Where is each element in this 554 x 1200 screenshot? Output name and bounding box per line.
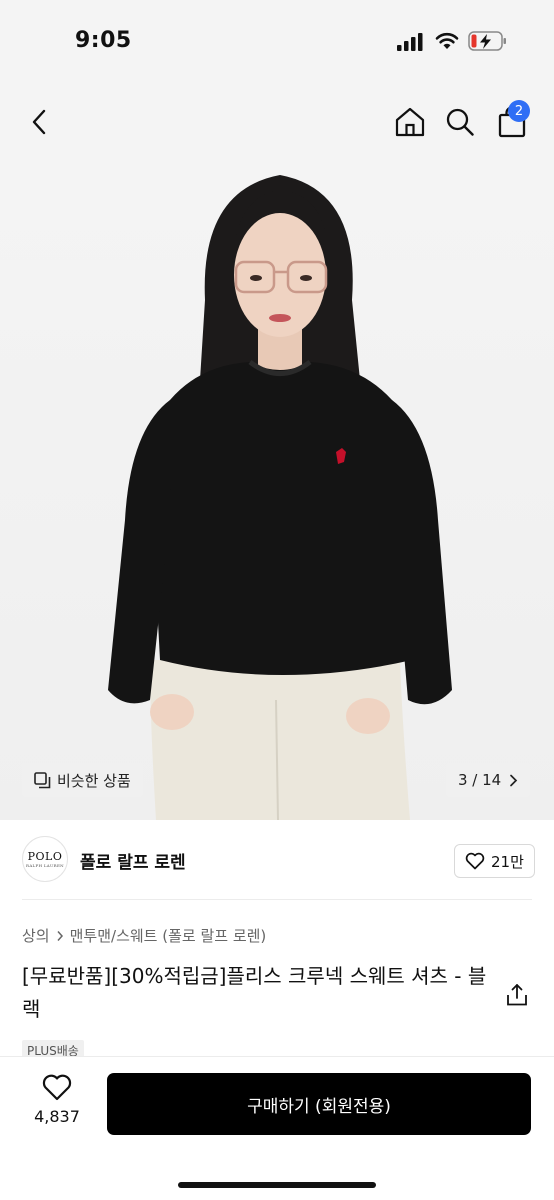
wishlist-button[interactable]: 4,837: [22, 1074, 92, 1134]
wifi-icon: [435, 32, 459, 49]
product-title: [무료반품][30%적립금]플리스 크루넥 스웨트 셔츠 - 블랙: [22, 964, 487, 1021]
back-button[interactable]: [20, 102, 60, 142]
breadcrumb-subcategory[interactable]: 맨투맨/스웨트 (폴로 랄프 로렌): [70, 925, 267, 946]
buy-button[interactable]: 구매하기 (회원전용): [107, 1073, 531, 1135]
status-time: 9:05: [75, 28, 132, 53]
search-button[interactable]: [440, 102, 480, 142]
breadcrumb-category[interactable]: 상의: [22, 925, 50, 946]
product-image-gallery[interactable]: [0, 164, 554, 820]
search-icon: [446, 108, 474, 136]
brand-logo-subtext: RALPH LAUREN: [26, 863, 64, 868]
product-photo: [108, 175, 452, 820]
divider: [22, 899, 532, 900]
page-indicator-text: 3 / 14: [458, 771, 502, 789]
similar-products-label: 비슷한 상품: [57, 771, 131, 790]
share-icon[interactable]: [504, 982, 530, 1008]
home-icon: [395, 107, 425, 137]
copy-icon: [34, 771, 51, 788]
cart-count-badge: 2: [508, 100, 530, 122]
status-bar: 9:05: [0, 0, 554, 84]
chevron-left-icon: [32, 109, 46, 135]
brand-like-count: 21만: [491, 852, 524, 871]
brand-logo-text: POLO: [27, 850, 63, 863]
home-indicator: [178, 1182, 376, 1188]
cellular-signal-icon: [397, 33, 423, 51]
image-page-indicator[interactable]: 3 / 14: [446, 763, 531, 797]
breadcrumb: 상의 맨투맨/스웨트 (폴로 랄프 로렌): [22, 925, 266, 946]
chevron-right-icon: [57, 930, 63, 941]
brand-like-button[interactable]: 21만: [454, 844, 535, 878]
brand-name[interactable]: 폴로 랄프 로렌: [80, 848, 186, 873]
chevron-right-icon: [510, 774, 518, 786]
brand-row[interactable]: POLO RALPH LAUREN 폴로 랄프 로렌 21만: [0, 820, 554, 900]
brand-logo[interactable]: POLO RALPH LAUREN: [22, 836, 68, 882]
wishlist-count: 4,837: [34, 1107, 80, 1126]
battery-charging-icon: [468, 31, 506, 51]
top-nav: [0, 84, 554, 164]
similar-products-button[interactable]: 비슷한 상품: [22, 763, 143, 797]
home-button[interactable]: [390, 102, 430, 142]
heart-icon: [42, 1074, 72, 1101]
heart-icon: [465, 852, 485, 870]
